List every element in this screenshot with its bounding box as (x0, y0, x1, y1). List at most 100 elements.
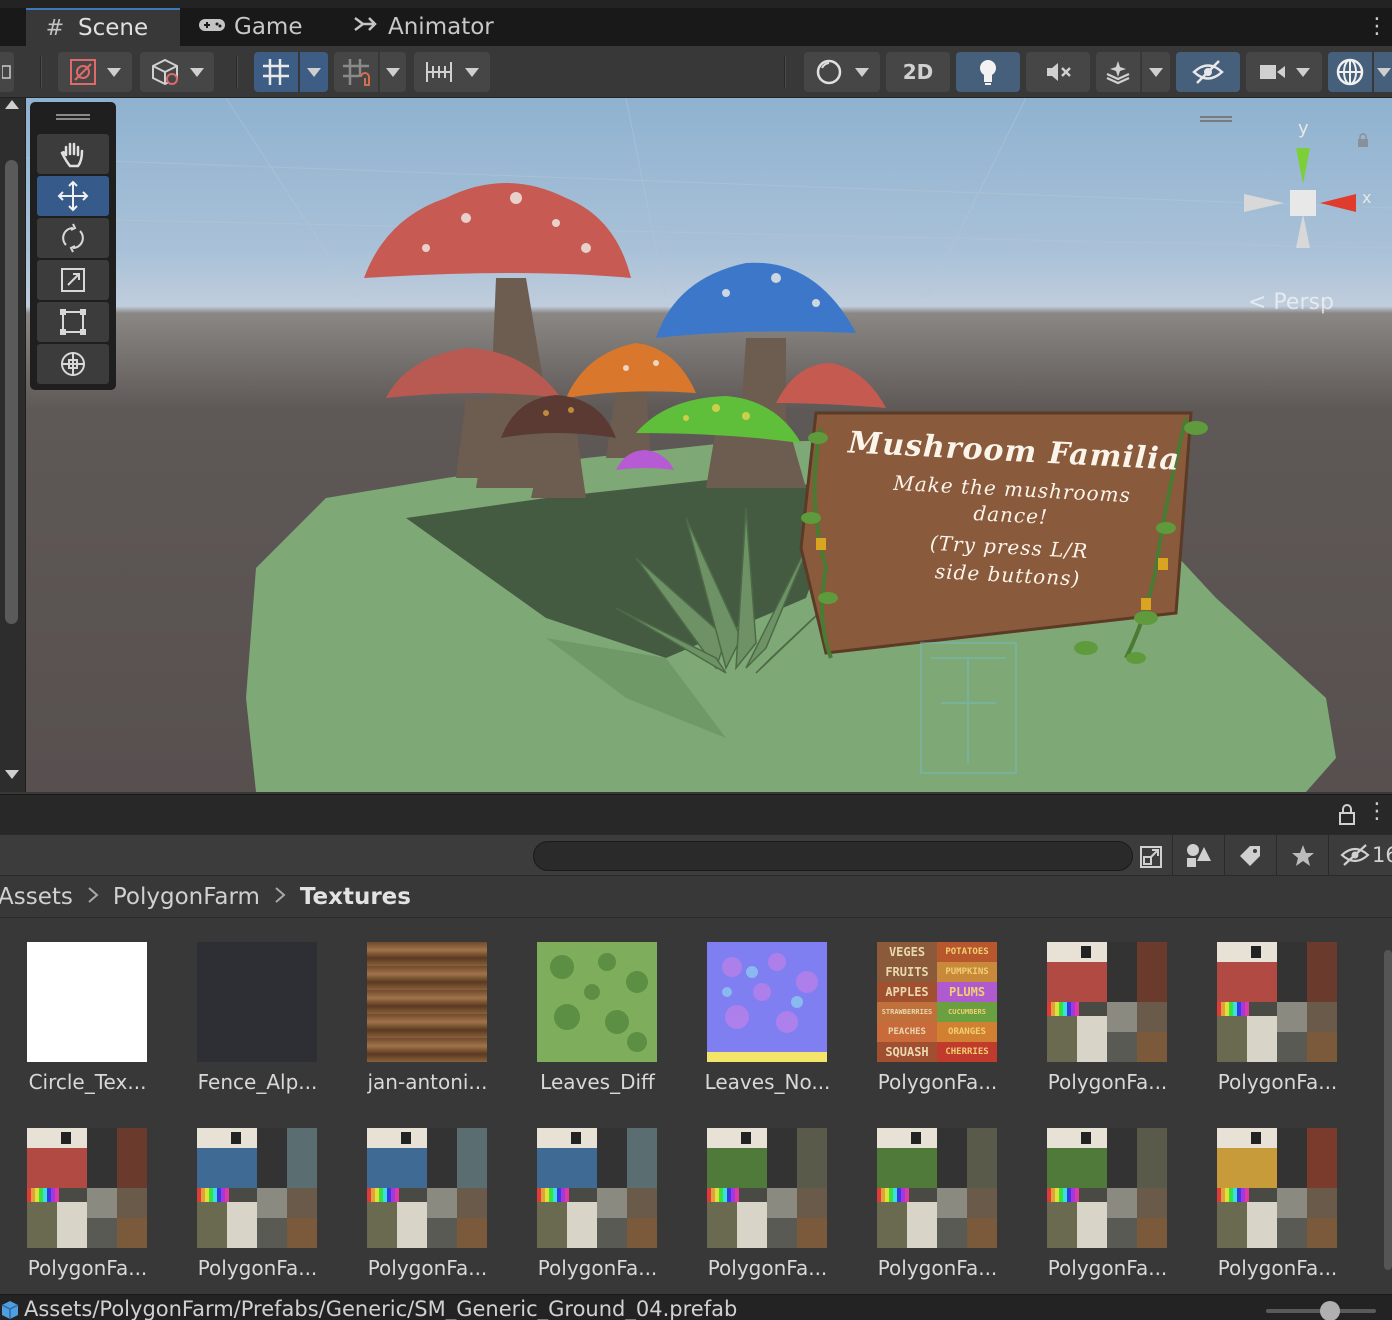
rotate-tool-button[interactable] (37, 218, 109, 258)
gizmos-toggle[interactable] (1328, 52, 1372, 92)
cube-icon (152, 58, 178, 86)
filter-by-type-icon[interactable] (1184, 843, 1212, 873)
2d-mode-toggle[interactable]: 2D (886, 52, 950, 92)
tab-animator[interactable]: Animator (336, 8, 506, 46)
scene-viewport[interactable]: Mushroom Familia Make the mushrooms danc… (26, 98, 1392, 792)
scroll-down-icon[interactable] (5, 770, 19, 779)
maximize-icon[interactable] (0, 52, 14, 92)
render-mode-dropdown[interactable] (804, 52, 880, 92)
shading-dropdown[interactable] (140, 52, 214, 92)
scale-tool-button[interactable] (37, 260, 109, 300)
sign-texture-word: VEGES (877, 942, 937, 962)
scrollbar-thumb[interactable] (5, 160, 18, 624)
asset-label: PolygonFa... (877, 1256, 998, 1280)
tab-game[interactable]: Game (182, 8, 332, 46)
slider-handle[interactable] (1320, 1301, 1340, 1320)
camera-dropdown[interactable] (1246, 52, 1322, 92)
rect-tool-button[interactable] (37, 302, 109, 342)
asset-thumbnail (537, 942, 657, 1062)
asset-item[interactable]: PolygonFa... (510, 1104, 670, 1280)
chevron-down-icon (1377, 67, 1391, 77)
search-mode-icon[interactable] (1138, 844, 1164, 870)
rotate-icon (62, 223, 84, 253)
rect-transform-icon (60, 309, 86, 335)
sign-texture-word: CHERRIES (937, 1042, 997, 1062)
search-input[interactable] (533, 841, 1133, 871)
kebab-menu-icon[interactable]: ⋮ (1366, 14, 1388, 39)
prefab-cube-icon (0, 1299, 20, 1320)
asset-item[interactable]: PolygonFa... (1190, 918, 1350, 1094)
draw-mode-icon (70, 59, 96, 85)
hidden-count: 16 (1372, 843, 1392, 867)
asset-thumbnail (1217, 942, 1337, 1062)
asset-item[interactable]: PolygonFa... (170, 1104, 330, 1280)
asset-thumbnail (877, 1128, 997, 1248)
sign-texture-word: STRAWBERRIES (877, 1002, 937, 1022)
asset-item[interactable]: jan-antoni... (340, 918, 500, 1094)
breadcrumb-assets[interactable]: Assets (0, 884, 73, 910)
chevron-down-icon (307, 67, 321, 77)
move-tool-button[interactable] (37, 176, 109, 216)
hidden-packages-toggle[interactable]: 16 (1340, 843, 1392, 867)
asset-thumbnail (707, 1128, 827, 1248)
axis-y-label: y (1298, 118, 1309, 139)
asset-item[interactable]: VEGES POTATOES FRUITS PUMPKINS APPLES PLUMS ST… (850, 918, 1010, 1094)
kebab-menu-icon[interactable]: ⋮ (1366, 799, 1388, 824)
lighting-toggle[interactable] (956, 52, 1020, 92)
toolbar-separator (236, 56, 238, 88)
snap-dropdown[interactable] (380, 52, 406, 92)
grid-dropdown[interactable] (300, 52, 328, 92)
asset-grid-scrollbar[interactable] (1384, 950, 1392, 1270)
increment-snap-dropdown[interactable] (414, 52, 490, 92)
thumbnail-size-slider[interactable] (1266, 1301, 1376, 1320)
lock-icon[interactable] (1338, 803, 1356, 829)
scroll-up-icon[interactable] (5, 100, 19, 109)
asset-item[interactable]: PolygonFa... (680, 1104, 840, 1280)
asset-item[interactable]: Leaves_Diff (510, 918, 670, 1094)
unity-editor: # Scene Game Animator ⋮ 2D Mushroom Fami… (0, 0, 1392, 1320)
favorite-star-icon[interactable] (1290, 843, 1316, 873)
asset-item[interactable]: Fence_Alp... (170, 918, 330, 1094)
asset-item[interactable]: Circle_Tex... (0, 918, 160, 1094)
asset-item[interactable]: PolygonFa... (1190, 1104, 1350, 1280)
asset-item[interactable]: PolygonFa... (850, 1104, 1010, 1280)
audio-toggle[interactable] (1026, 52, 1090, 92)
breadcrumb-textures[interactable]: Textures (300, 884, 411, 910)
asset-item[interactable]: PolygonFa... (1020, 1104, 1180, 1280)
sign-texture-word: PLUMS (937, 982, 997, 1002)
asset-label: PolygonFa... (537, 1256, 658, 1280)
asset-thumbnail: VEGES POTATOES FRUITS PUMPKINS APPLES PLUMS ST… (877, 942, 997, 1062)
asset-item[interactable]: Leaves_No... (680, 918, 840, 1094)
transform-tool-button[interactable] (37, 344, 109, 384)
grid-snap-toggle[interactable] (254, 52, 298, 92)
asset-label: PolygonFa... (197, 1256, 318, 1280)
asset-thumbnail (537, 1128, 657, 1248)
overlay-drag-handle[interactable] (1200, 116, 1232, 122)
hand-tool-button[interactable] (37, 134, 109, 174)
tools-overlay (30, 102, 116, 390)
sign-texture-word: APPLES (877, 982, 937, 1002)
asset-item[interactable]: PolygonFa... (1020, 918, 1180, 1094)
grid-snap-icon (263, 59, 289, 85)
project-search-bar: 16 (0, 834, 1392, 877)
asset-item[interactable]: PolygonFa... (340, 1104, 500, 1280)
lock-icon[interactable] (1356, 132, 1370, 147)
tab-scene[interactable]: # Scene (26, 8, 180, 46)
ruler-icon (426, 62, 452, 82)
effects-toggle[interactable] (1096, 52, 1140, 92)
magnet-grid-icon (343, 59, 370, 86)
snap-toggle[interactable] (334, 52, 378, 92)
breadcrumb-polygonfarm[interactable]: PolygonFarm (113, 884, 260, 910)
sign-texture-word: SQUASH (877, 1042, 937, 1062)
animator-icon (352, 14, 378, 40)
asset-thumbnail (197, 1128, 317, 1248)
asset-item[interactable]: PolygonFa... (0, 1104, 160, 1280)
gizmos-dropdown[interactable] (1374, 52, 1392, 92)
label-tag-icon[interactable] (1238, 844, 1262, 872)
draw-mode-dropdown[interactable] (58, 52, 132, 92)
projection-label[interactable]: < Persp (1248, 290, 1334, 315)
overlay-drag-handle[interactable] (56, 114, 90, 120)
effects-dropdown[interactable] (1142, 52, 1170, 92)
scene-visibility-toggle[interactable] (1176, 52, 1240, 92)
axis-x-label: x (1362, 188, 1372, 207)
